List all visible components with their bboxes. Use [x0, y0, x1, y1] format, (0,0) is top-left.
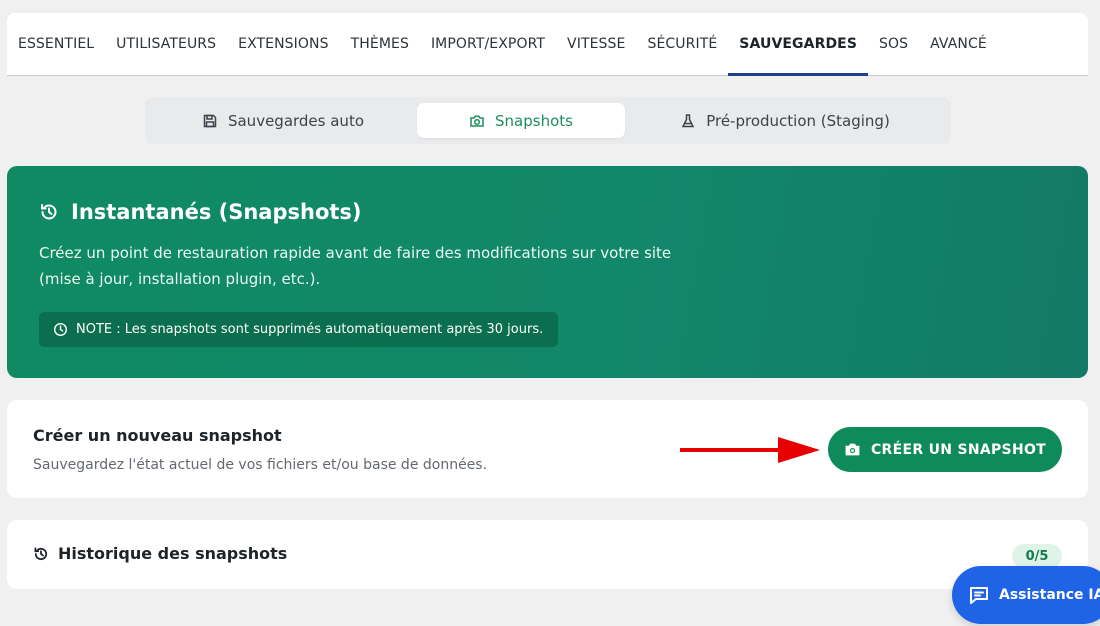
create-snapshot-button[interactable]: CRÉER UN SNAPSHOT: [828, 427, 1062, 472]
clock-icon: [53, 322, 68, 337]
hero-note: NOTE : Les snapshots sont supprimés auto…: [39, 312, 559, 347]
snapshot-count-badge: 0/5: [1012, 544, 1062, 568]
snapshots-hero: Instantanés (Snapshots) Créez un point d…: [7, 166, 1088, 378]
tab-sos[interactable]: SOS: [868, 13, 919, 75]
hero-heading: Instantanés (Snapshots): [39, 200, 1056, 224]
history-heading: Historique des snapshots: [33, 544, 287, 563]
red-arrow-icon: [680, 437, 820, 463]
history-icon: [41, 204, 57, 220]
subtab-label: Pré-production (Staging): [706, 111, 890, 130]
tab-sauvegardes[interactable]: SAUVEGARDES: [728, 13, 868, 76]
camera-icon: [845, 443, 860, 456]
subtab-staging[interactable]: Pré-production (Staging): [625, 103, 945, 138]
backup-subtabs: Sauvegardes auto Snapshots Pré-productio…: [145, 97, 951, 144]
create-title: Créer un nouveau snapshot: [33, 426, 282, 445]
camera-icon: [470, 114, 484, 127]
history-icon: [34, 547, 48, 560]
hero-description: Créez un point de restauration rapide av…: [39, 244, 672, 288]
flask-icon: [681, 113, 695, 127]
tab-vitesse[interactable]: VITESSE: [556, 13, 636, 75]
save-icon: [203, 114, 217, 127]
tab-themes[interactable]: THÈMES: [340, 13, 420, 75]
chat-icon: [970, 587, 988, 604]
hero-title: Instantanés (Snapshots): [71, 200, 362, 224]
subtab-snapshots[interactable]: Snapshots: [417, 103, 625, 138]
create-snapshot-card: Créer un nouveau snapshot Sauvegardez l'…: [7, 400, 1088, 498]
subtab-sauvegardes-auto[interactable]: Sauvegardes auto: [149, 103, 417, 138]
assistant-label: Assistance IA: [999, 587, 1100, 603]
subtab-label: Sauvegardes auto: [227, 111, 365, 130]
note-text: NOTE : Les snapshots sont supprimés auto…: [76, 322, 544, 337]
tab-utilisateurs[interactable]: UTILISATEURS: [105, 13, 227, 75]
create-subtitle: Sauvegardez l'état actuel de vos fichier…: [33, 457, 488, 473]
tab-avance[interactable]: AVANCÉ: [919, 13, 998, 75]
main-nav: ESSENTIEL UTILISATEURS EXTENSIONS THÈMES…: [7, 13, 1088, 76]
snapshot-history-card: Historique des snapshots 0/5: [7, 520, 1088, 589]
ai-assistant-button[interactable]: Assistance IA: [952, 566, 1100, 624]
create-button-label: CRÉER UN SNAPSHOT: [870, 441, 1047, 458]
subtab-label: Snapshots: [495, 111, 573, 130]
history-title: Historique des snapshots: [58, 544, 288, 563]
tab-extensions[interactable]: EXTENSIONS: [227, 13, 339, 75]
tab-securite[interactable]: SÉCURITÉ: [636, 13, 728, 75]
tab-import-export[interactable]: IMPORT/EXPORT: [420, 13, 556, 75]
tab-essentiel[interactable]: ESSENTIEL: [18, 13, 105, 75]
